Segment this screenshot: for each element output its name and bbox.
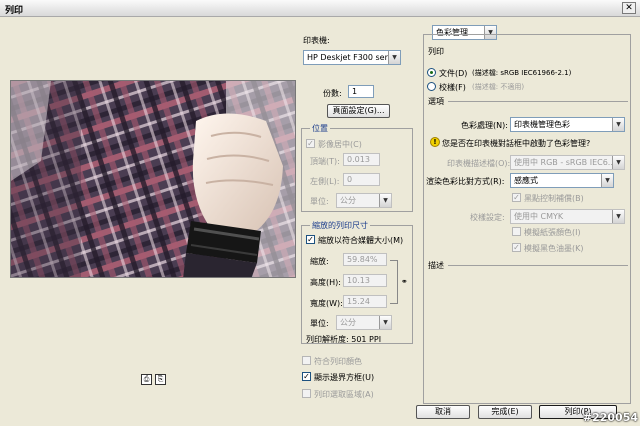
chevron-down-icon: ▼ xyxy=(601,174,613,187)
height-label: 高度(H): xyxy=(310,278,341,287)
scale-input[interactable]: 59.84% xyxy=(343,253,387,266)
show-bounding-box-label: 顯示邊界方框(U) xyxy=(314,373,375,382)
printer-select[interactable]: HP Deskjet F300 ser... ▼ xyxy=(303,50,401,65)
preview-zoom-icon[interactable]: ⎙ xyxy=(141,374,152,385)
top-input[interactable]: 0.013 xyxy=(343,153,380,166)
width-label: 寬度(W): xyxy=(310,299,343,308)
top-label: 頂端(T): xyxy=(310,157,340,166)
chevron-down-icon: ▼ xyxy=(612,156,624,169)
scaled-unit-select[interactable]: 公分 ▼ xyxy=(336,315,392,330)
copies-input[interactable]: 1 xyxy=(348,85,374,98)
printer-profile-value: 使用中 RGB - sRGB IEC6... xyxy=(514,158,616,167)
close-button[interactable]: ✕ xyxy=(622,2,636,14)
document-label: 文件(D) xyxy=(439,69,468,78)
color-handling-label: 色彩處理(N): xyxy=(461,121,508,130)
show-bounding-box-checkbox[interactable]: ✓ xyxy=(302,372,311,381)
scale-to-fit-label: 縮放以符合媒體大小(M) xyxy=(318,236,404,245)
chevron-down-icon: ▼ xyxy=(612,118,624,131)
printer-select-value: HP Deskjet F300 ser... xyxy=(307,53,395,62)
print-selected-area-label: 列印選取區域(A) xyxy=(314,390,374,399)
color-management-warning: 您是否在印表機對話框中啟動了色彩管理? xyxy=(442,139,591,148)
options-section-header: 選項 xyxy=(428,97,444,106)
print-resolution: 列印解析度: 501 PPI xyxy=(306,335,382,344)
chevron-down-icon: ▼ xyxy=(379,194,391,207)
scale-label: 縮放: xyxy=(310,257,329,266)
simulate-black-ink-checkbox[interactable]: ✓ xyxy=(512,243,521,252)
document-radio[interactable] xyxy=(427,68,436,77)
print-section-header: 列印 xyxy=(428,47,444,56)
proof-setup-select[interactable]: 使用中 CMYK ▼ xyxy=(510,209,625,224)
rendering-intent-label: 渲染色彩比對方式(R): xyxy=(426,177,505,186)
preview-area: ⎙ ⎘ xyxy=(0,17,300,426)
title-bar: 列印 ✕ xyxy=(0,0,640,17)
simulate-paper-color-checkbox[interactable] xyxy=(512,227,521,236)
match-print-colors-label: 符合列印顏色 xyxy=(314,357,362,366)
window-title: 列印 xyxy=(5,6,24,16)
position-unit-value: 公分 xyxy=(340,196,356,205)
match-print-colors-checkbox[interactable] xyxy=(302,356,311,365)
black-point-compensation-checkbox[interactable]: ✓ xyxy=(512,193,521,202)
preview-image xyxy=(10,80,296,278)
width-input[interactable]: 15.24 xyxy=(343,295,387,308)
left-label: 左側(L): xyxy=(310,177,340,186)
rendering-intent-value: 感應式 xyxy=(514,176,538,185)
scaled-unit-label: 單位: xyxy=(310,319,329,328)
position-unit-select[interactable]: 公分 ▼ xyxy=(336,193,392,208)
print-selected-area-checkbox[interactable] xyxy=(302,389,311,398)
document-profile: (描述檔: sRGB IEC61966-2.1) xyxy=(472,69,572,77)
printer-label: 印表機: xyxy=(303,36,330,45)
position-group-title: 位置 xyxy=(310,123,330,134)
chevron-down-icon: ▼ xyxy=(388,51,400,64)
position-unit-label: 單位: xyxy=(310,197,329,206)
description-divider xyxy=(448,265,628,266)
proof-profile: (描述檔: 不適用) xyxy=(472,83,525,91)
color-handling-select[interactable]: 印表機管理色彩 ▼ xyxy=(510,117,625,132)
simulate-paper-color-label: 模擬紙張顏色(I) xyxy=(524,228,581,237)
proof-radio[interactable] xyxy=(427,82,436,91)
description-section-header: 描述 xyxy=(428,261,444,270)
center-image-checkbox[interactable]: ✓ xyxy=(306,139,315,148)
color-handling-value: 印表機管理色彩 xyxy=(514,120,570,129)
center-image-label: 影像居中(C) xyxy=(318,140,362,149)
watermark-text: #220054 xyxy=(582,411,638,424)
link-bracket xyxy=(390,260,398,304)
left-input[interactable]: 0 xyxy=(343,173,380,186)
options-divider xyxy=(448,101,628,102)
page-setup-button[interactable]: 頁面設定(G)... xyxy=(327,104,390,118)
scaled-unit-value: 公分 xyxy=(340,318,356,327)
proof-setup-value: 使用中 CMYK xyxy=(514,212,564,221)
printer-profile-select[interactable]: 使用中 RGB - sRGB IEC6... ▼ xyxy=(510,155,625,170)
height-input[interactable]: 10.13 xyxy=(343,274,387,287)
copies-label: 份數: xyxy=(323,89,342,98)
done-button[interactable]: 完成(E) xyxy=(478,405,532,419)
chain-link-icon: ⚭ xyxy=(401,277,408,286)
black-point-compensation-label: 黑點控制補償(B) xyxy=(524,194,584,203)
chevron-down-icon: ▼ xyxy=(612,210,624,223)
scale-to-fit-checkbox[interactable]: ✓ xyxy=(306,235,315,244)
cancel-button[interactable]: 取消 xyxy=(416,405,470,419)
rendering-intent-select[interactable]: 感應式 ▼ xyxy=(510,173,614,188)
scaled-size-group-title: 縮放的列印尺寸 xyxy=(310,220,370,231)
warning-icon: ! xyxy=(430,137,440,147)
printer-profile-label: 印表機描述檔(O): xyxy=(447,159,511,168)
chevron-down-icon: ▼ xyxy=(379,316,391,329)
proof-setup-label: 校樣設定: xyxy=(470,213,505,222)
preview-fit-icon[interactable]: ⎘ xyxy=(155,374,166,385)
simulate-black-ink-label: 模擬黑色油墨(K) xyxy=(524,244,584,253)
proof-label: 校樣(F) xyxy=(439,83,466,92)
